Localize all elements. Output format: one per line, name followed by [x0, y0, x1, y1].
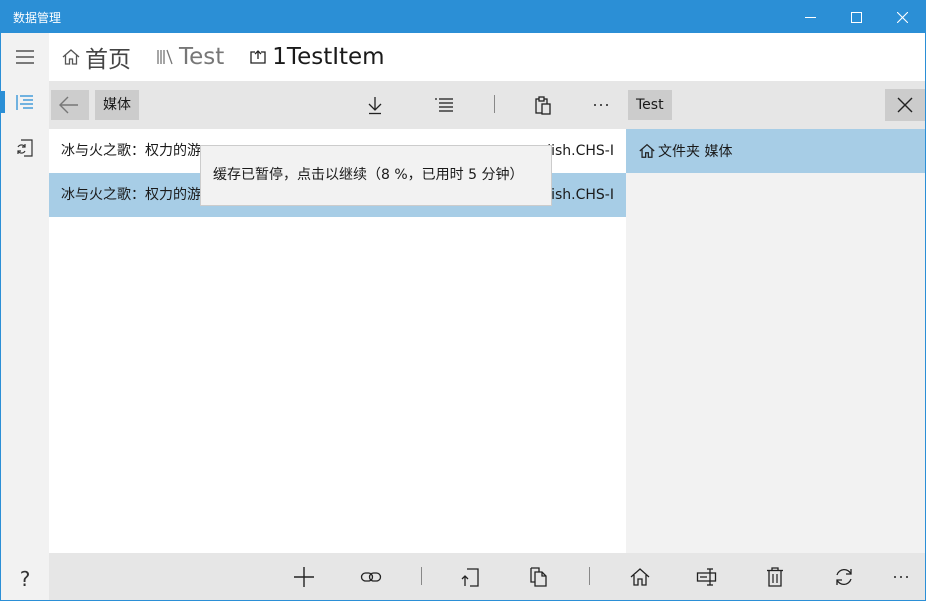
more-button[interactable]	[879, 553, 923, 600]
more-icon	[894, 576, 908, 578]
window-title: 数据管理	[13, 11, 62, 25]
link-button[interactable]	[349, 553, 393, 600]
back-button[interactable]	[49, 81, 89, 129]
location-chip[interactable]: 媒体	[95, 90, 139, 120]
toolbar-separator	[494, 95, 495, 113]
link-icon	[360, 572, 382, 582]
minimize-button[interactable]	[787, 1, 833, 33]
close-icon	[897, 97, 913, 113]
list-view-button[interactable]	[1, 80, 49, 124]
folder-item[interactable]: 文件夹 媒体	[626, 129, 925, 173]
hamburger-menu-icon	[16, 50, 34, 64]
title-bar[interactable]: 数据管理	[1, 1, 925, 33]
home-icon	[639, 143, 655, 158]
list-item-title: 冰与火之歌：权力的游	[61, 143, 201, 159]
bottom-separator	[589, 567, 590, 585]
rename-icon	[696, 568, 717, 586]
sync-icon	[17, 139, 33, 157]
breadcrumb-current[interactable]: 1TestItem	[248, 44, 385, 70]
copy-button[interactable]	[516, 553, 560, 600]
bottom-separator	[421, 567, 422, 585]
help-button[interactable]: ?	[1, 557, 49, 600]
breadcrumb-home[interactable]: 首页	[61, 40, 131, 74]
clipboard-icon	[535, 96, 551, 115]
home-button[interactable]	[618, 553, 662, 600]
breadcrumb-library[interactable]: Test	[155, 44, 224, 70]
add-icon	[294, 567, 314, 587]
add-button[interactable]	[282, 553, 326, 600]
rename-button[interactable]	[685, 553, 729, 600]
app-window: 数据管理 ? 首页 Test 1TestItem 媒体 冰与火之歌：权力的游 l…	[0, 0, 926, 601]
more-icon	[594, 104, 608, 106]
breadcrumb: 首页 Test 1TestItem	[49, 33, 925, 81]
maximize-icon	[850, 11, 862, 23]
home-icon	[62, 49, 80, 65]
breadcrumb-home-label: 首页	[85, 47, 131, 73]
delete-button[interactable]	[753, 553, 797, 600]
download-button[interactable]	[351, 81, 399, 129]
detail-panel: 文件夹 媒体	[626, 129, 925, 600]
breadcrumb-library-label: Test	[179, 44, 225, 70]
detail-panel-tag[interactable]: Test	[628, 90, 672, 120]
list-item-suffix: lish.CHS-I	[547, 143, 614, 159]
clipboard-button[interactable]	[519, 81, 567, 129]
home-icon	[630, 568, 650, 586]
refresh-button[interactable]	[822, 553, 866, 600]
navigation-rail: ?	[1, 33, 49, 600]
more-button[interactable]	[577, 81, 625, 129]
list-icon	[435, 98, 453, 112]
open-item-icon	[250, 50, 266, 64]
sync-button[interactable]	[1, 126, 49, 170]
list-view-icon	[16, 95, 33, 110]
detail-panel-header: Test	[626, 81, 925, 129]
close-button[interactable]	[879, 1, 925, 33]
content-toolbar: 媒体	[49, 81, 626, 129]
bottom-command-bar	[49, 553, 626, 600]
import-icon	[461, 568, 479, 587]
maximize-button[interactable]	[833, 1, 879, 33]
library-icon	[157, 49, 173, 65]
detail-panel-close-button[interactable]	[885, 89, 925, 121]
minimize-icon	[804, 16, 816, 18]
list-item-title: 冰与火之歌：权力的游	[61, 187, 201, 203]
list-button[interactable]	[420, 81, 468, 129]
back-arrow-icon	[59, 96, 78, 114]
download-icon	[368, 97, 382, 115]
refresh-icon	[836, 569, 852, 585]
folder-item-label: 文件夹 媒体	[658, 144, 733, 160]
close-icon	[896, 11, 908, 23]
delete-icon	[767, 567, 783, 587]
bottom-command-bar-right	[626, 553, 925, 600]
list-item-suffix: lish.CHS-I	[547, 187, 614, 203]
import-button[interactable]	[449, 553, 493, 600]
breadcrumb-current-label: 1TestItem	[272, 44, 385, 70]
hamburger-menu-button[interactable]	[1, 35, 49, 79]
cache-status-tooltip[interactable]: 缓存已暂停，点击以继续（8 %，已用时 5 分钟）	[200, 145, 552, 206]
copy-icon	[530, 567, 547, 587]
